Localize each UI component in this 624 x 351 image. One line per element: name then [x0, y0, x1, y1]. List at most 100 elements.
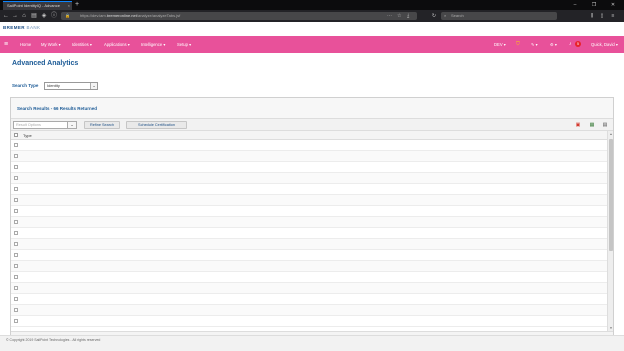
row-checkbox[interactable]	[14, 231, 18, 235]
bookmark-star-icon[interactable]: ☆	[397, 12, 401, 20]
maximize-window-icon[interactable]: ❐	[587, 0, 601, 10]
grid-scrollbar[interactable]: ▲ ▼	[607, 131, 613, 331]
table-row[interactable]	[11, 162, 607, 173]
csv-export-icon[interactable]: ▦	[588, 121, 596, 129]
results-grid: Type	[11, 131, 607, 331]
nav-identities[interactable]: Identities ▾	[72, 36, 92, 53]
table-row[interactable]	[11, 151, 607, 162]
scroll-up-icon[interactable]: ▲	[608, 131, 614, 137]
row-checkbox[interactable]	[14, 154, 18, 158]
result-options-select[interactable]: Result Options ⌄	[13, 121, 77, 129]
close-window-icon[interactable]: ✕	[606, 0, 620, 10]
bank-logo[interactable]: BREMER BANK	[3, 25, 40, 30]
more-icon[interactable]: ⋯	[387, 12, 392, 20]
home-icon[interactable]: ⌂	[20, 11, 28, 21]
library-icon[interactable]: ⫼	[588, 11, 596, 21]
page-title: Advanced Analytics	[12, 60, 79, 67]
user-menu[interactable]: Quick, David ▾	[591, 36, 618, 53]
minimize-window-icon[interactable]: –	[568, 0, 582, 10]
row-checkbox[interactable]	[14, 220, 18, 224]
table-row[interactable]	[11, 305, 607, 316]
notification-badge[interactable]: 5	[575, 41, 581, 47]
table-row[interactable]	[11, 316, 607, 327]
refine-search-button[interactable]: Refine Search	[84, 121, 120, 129]
table-row[interactable]	[11, 184, 607, 195]
nav-applications[interactable]: Applications ▾	[104, 36, 130, 53]
row-checkbox[interactable]	[14, 143, 18, 147]
row-checkbox[interactable]	[14, 253, 18, 257]
column-header-type[interactable]: Type	[23, 131, 32, 140]
search-type-select[interactable]: Identity ⌄	[44, 82, 98, 90]
table-row[interactable]	[11, 283, 607, 294]
reload-icon[interactable]: ↻	[430, 11, 438, 21]
sidebar-icon[interactable]: ▯	[598, 11, 606, 21]
table-row[interactable]	[11, 228, 607, 239]
environment-dropdown[interactable]: DEV ▾	[494, 36, 506, 53]
table-row[interactable]	[11, 140, 607, 151]
search-results-panel: Search Results - 66 Results Returned Res…	[10, 97, 614, 344]
row-checkbox[interactable]	[14, 187, 18, 191]
hamburger-menu-icon[interactable]: ≡	[4, 36, 8, 53]
select-all-checkbox[interactable]	[14, 133, 18, 137]
row-checkbox[interactable]	[14, 297, 18, 301]
wrench-menu[interactable]: ✎ ▾	[531, 36, 538, 53]
table-row[interactable]	[11, 272, 607, 283]
main-navigation: ≡ Home My Work ▾ Identities ▾ Applicatio…	[0, 36, 624, 53]
chevron-down-icon[interactable]: ⌄	[67, 122, 76, 128]
grid-rows	[11, 140, 607, 327]
nav-setup[interactable]: Setup ▾	[177, 36, 191, 53]
save-icon[interactable]: ▤	[601, 121, 609, 129]
forward-icon[interactable]: →	[11, 11, 19, 21]
row-checkbox[interactable]	[14, 286, 18, 290]
row-checkbox[interactable]	[14, 264, 18, 268]
print-icon[interactable]: ▤	[30, 11, 38, 21]
row-checkbox[interactable]	[14, 198, 18, 202]
bell-icon[interactable]: ♪	[569, 36, 572, 53]
row-checkbox[interactable]	[14, 209, 18, 213]
schedule-certification-button[interactable]: Schedule Certification	[126, 121, 187, 129]
search-type-label: Search Type	[12, 83, 39, 88]
back-icon[interactable]: ←	[2, 11, 10, 21]
grid-header: Type	[11, 131, 607, 140]
table-row[interactable]	[11, 206, 607, 217]
chevron-down-icon[interactable]: ⌄	[90, 83, 97, 89]
reader-icon[interactable]: ⤓	[407, 12, 409, 20]
table-row[interactable]	[11, 261, 607, 272]
copyright-text: © Copyright 2019 SailPoint Technologies …	[6, 338, 101, 342]
results-header: Search Results - 66 Results Returned	[11, 98, 613, 119]
table-row[interactable]	[11, 217, 607, 228]
new-tab-icon[interactable]: +	[75, 1, 79, 9]
row-checkbox[interactable]	[14, 242, 18, 246]
results-title: Search Results - 66 Results Returned	[17, 106, 98, 111]
browser-toolbar: ← → ⌂ ▤ ◈ ⓘ 🔒 https://dev.iam.bremeronli…	[0, 10, 624, 22]
search-icon: ⌕	[444, 13, 447, 18]
table-row[interactable]	[11, 239, 607, 250]
table-row[interactable]	[11, 195, 607, 206]
browser-tab[interactable]: SailPoint IdentityIQ - Advance ×	[3, 1, 72, 10]
search-type-value: Identity	[47, 83, 60, 88]
menu-icon[interactable]: ≡	[609, 11, 617, 21]
nav-my-work[interactable]: My Work ▾	[41, 36, 61, 53]
info-icon[interactable]: ⓘ	[50, 11, 58, 21]
row-checkbox[interactable]	[14, 308, 18, 312]
row-checkbox[interactable]	[14, 176, 18, 180]
table-row[interactable]	[11, 173, 607, 184]
row-checkbox[interactable]	[14, 319, 18, 323]
gear-menu[interactable]: ⚙ ▾	[550, 36, 557, 53]
nav-intelligence[interactable]: Intelligence ▾	[141, 36, 165, 53]
nav-home[interactable]: Home	[20, 36, 31, 53]
table-row[interactable]	[11, 250, 607, 261]
browser-tab-bar: SailPoint IdentityIQ - Advance × + – ❐ ✕	[0, 0, 624, 10]
row-checkbox[interactable]	[14, 165, 18, 169]
row-checkbox[interactable]	[14, 275, 18, 279]
url-bar[interactable]: 🔒 https://dev.iam.bremeronline.net/analy…	[61, 12, 417, 20]
browser-search-input[interactable]: ⌕ Search	[441, 12, 557, 20]
shield-icon[interactable]: ◈	[40, 11, 48, 21]
pdf-export-icon[interactable]: ▣	[574, 121, 582, 129]
close-tab-icon[interactable]: ×	[68, 2, 70, 10]
browser-search-placeholder: Search	[451, 13, 464, 18]
scrollbar-thumb[interactable]	[609, 139, 613, 251]
table-row[interactable]	[11, 294, 607, 305]
lock-icon: 🔒	[65, 13, 70, 18]
shield-alert-icon[interactable]: ⛉	[516, 36, 520, 53]
